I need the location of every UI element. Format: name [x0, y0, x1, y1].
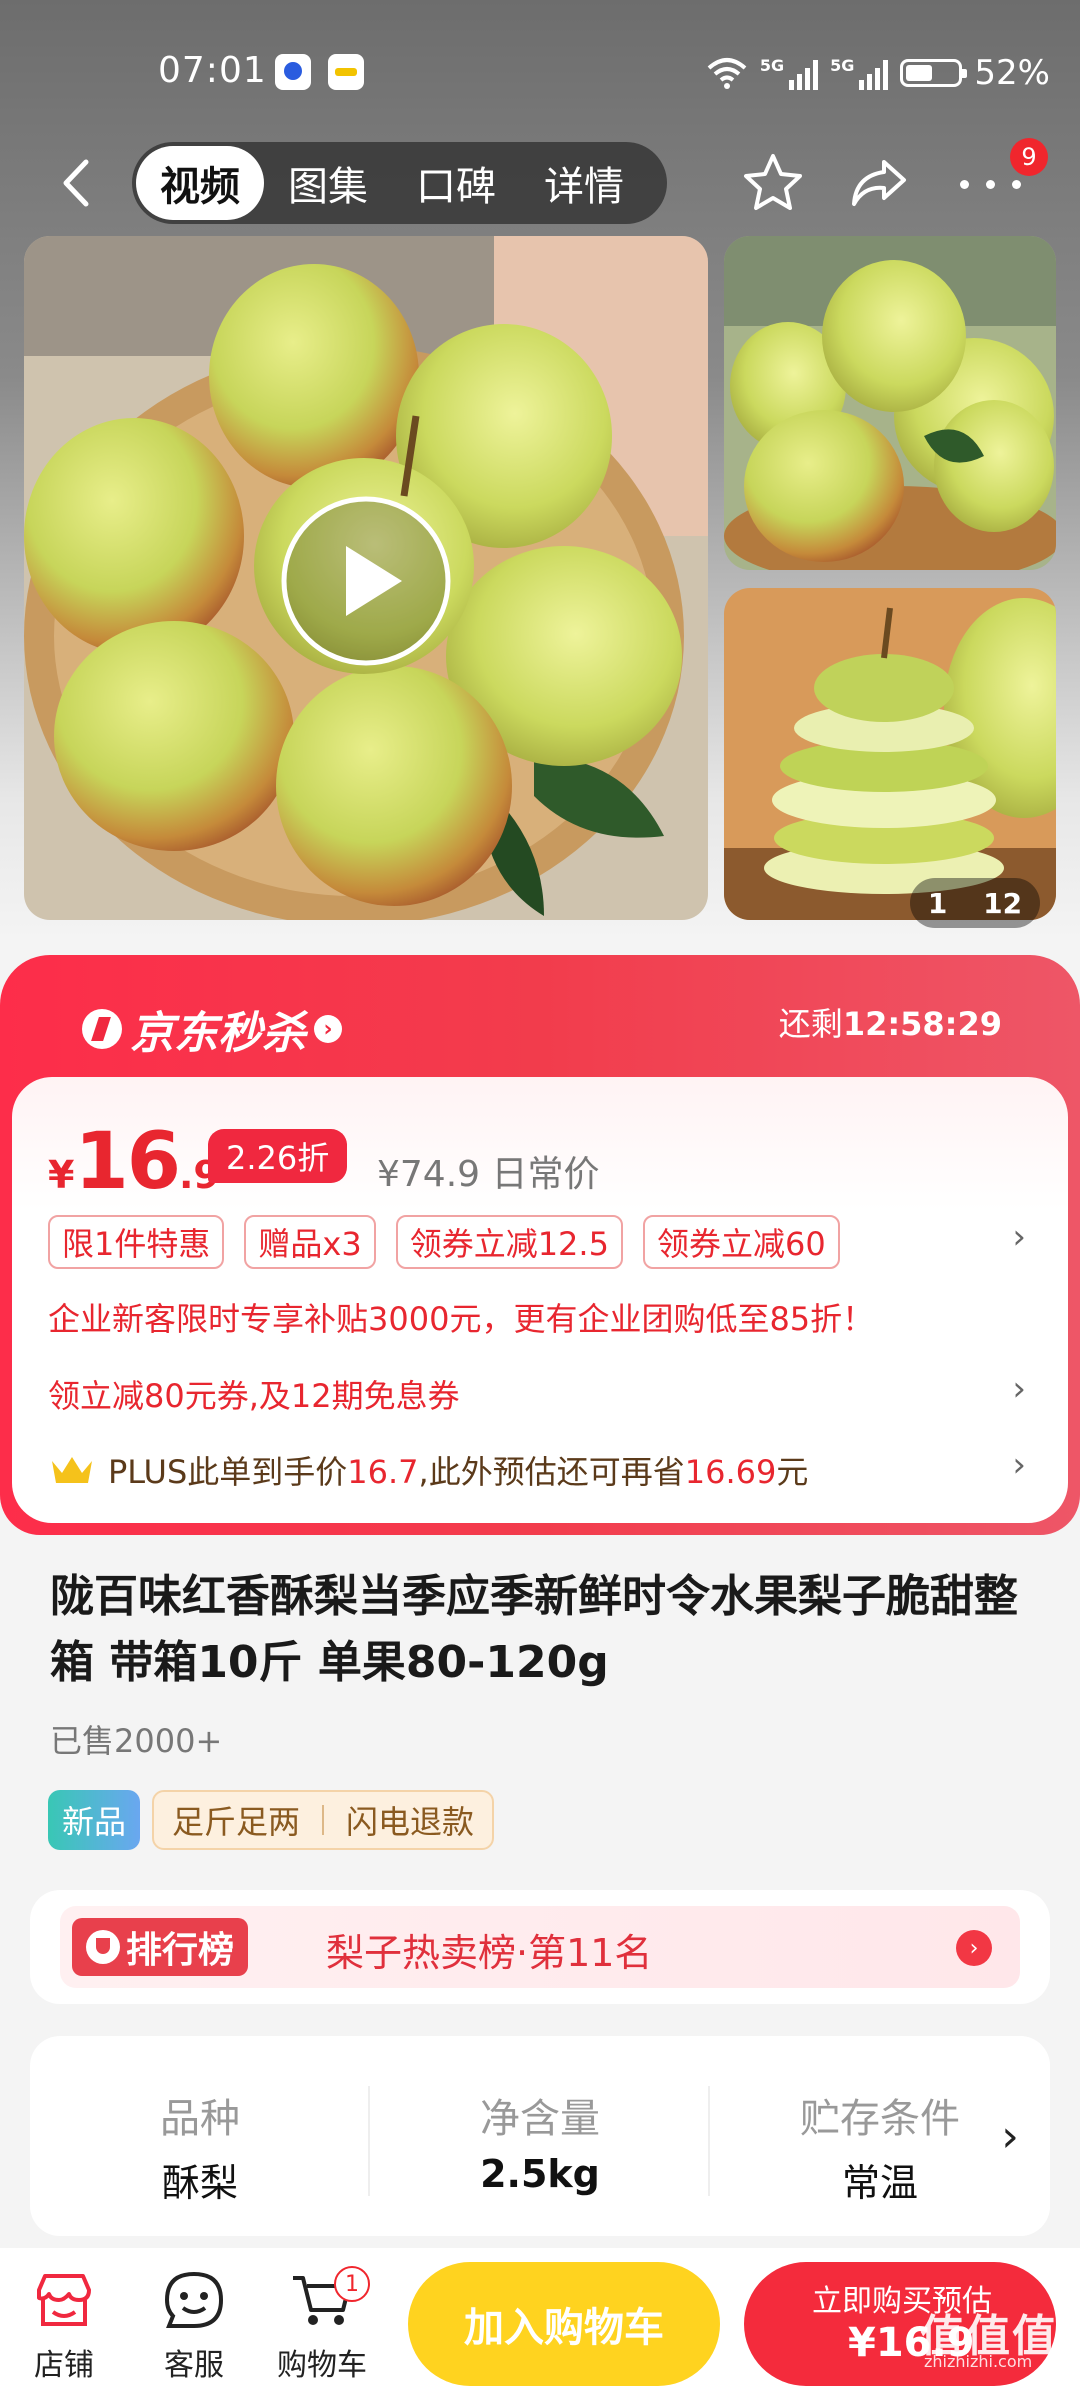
product-gallery-header: 07:01 5G 5G 52% 视频 图集 口碑 详情 9 1 12	[0, 0, 1080, 940]
wifi-icon	[707, 58, 747, 89]
chevron-right-icon[interactable]: ›	[1012, 1369, 1026, 1409]
top-nav: 视频 图集 口碑 详情	[0, 138, 1080, 228]
battery-percent: 52%	[974, 53, 1050, 93]
original-price: ¥74.9 日常价	[377, 1154, 600, 1195]
new-tag: 新品	[48, 1790, 141, 1850]
flash-sale-title: 京东秒杀	[130, 1008, 306, 1059]
coupon-tag[interactable]: 领券立减12.5	[395, 1215, 623, 1269]
flash-sale-panel[interactable]: 京东秒杀 › 还剩12:58:29 ¥ 16 .9 2.26折 ¥74.9 日常…	[0, 955, 1080, 1535]
lightning-icon	[82, 1009, 122, 1049]
pears-group-image	[724, 236, 1056, 570]
countdown-time: 12:58:29	[842, 1005, 1002, 1043]
realme-app-icon	[328, 54, 364, 90]
chevron-right-icon[interactable]: ›	[1012, 1217, 1026, 1257]
countdown: 还剩12:58:29	[779, 999, 1002, 1045]
plus-member-promo[interactable]: PLUS此单到手价16.7,此外预估还可再省16.69元	[48, 1447, 808, 1493]
chevron-right-icon[interactable]: ›	[1012, 1445, 1026, 1485]
chevron-right-icon: ›	[314, 1015, 342, 1043]
ranking-card[interactable]: 排行榜 梨子热卖榜·第11名 ›	[30, 1890, 1050, 2004]
star-icon[interactable]	[740, 150, 806, 216]
signal-icon: 5G	[760, 56, 819, 90]
gallery-current: 1	[927, 886, 948, 920]
share-icon[interactable]	[846, 152, 912, 214]
back-arrow-icon[interactable]	[48, 148, 108, 218]
current-price: ¥ 16 .9	[48, 1117, 220, 1207]
crown-icon	[52, 1457, 92, 1483]
flash-sale-logo[interactable]: 京东秒杀 ›	[82, 997, 342, 1061]
trophy-icon	[86, 1930, 120, 1964]
gallery-total: 12	[983, 886, 1023, 920]
pears-plate-image	[24, 236, 708, 920]
bottom-action-bar: 店铺 客服 购物车 1 加入购物车 立即购买预估 ¥16.9	[0, 2248, 1080, 2400]
gallery-counter: 1 12	[910, 878, 1040, 928]
add-to-cart-button[interactable]: 加入购物车	[408, 2262, 720, 2386]
coupon-tag[interactable]: 赠品x3	[244, 1215, 376, 1269]
guarantee-tags[interactable]: 足斤足两 闪电退款	[152, 1790, 495, 1850]
watermark-site: zhizhizhi.com	[924, 2352, 1033, 2371]
status-bar: 07:01 5G 5G 52%	[0, 48, 1080, 98]
coupon-tag[interactable]: 限1件特惠	[48, 1215, 225, 1269]
coupon-row[interactable]: 限1件特惠 赠品x3 领券立减12.5 领券立减60	[48, 1215, 840, 1269]
product-title: 陇百味红香酥梨当季应季新鲜时令水果梨子脆甜整箱 带箱10斤 单果80-120g	[50, 1571, 1018, 1688]
cart-count-badge: 1	[334, 2266, 370, 2302]
store-button[interactable]: 店铺	[14, 2270, 114, 2384]
chevron-right-icon[interactable]: ›	[956, 1930, 992, 1966]
spec-item: 净含量 2.5kg	[480, 2096, 600, 2196]
countdown-label: 还剩	[778, 1005, 843, 1043]
customer-service-button[interactable]: 客服	[144, 2270, 244, 2384]
tab-details[interactable]: 详情	[520, 146, 648, 220]
tab-gallery[interactable]: 图集	[264, 146, 392, 220]
store-icon	[37, 2274, 91, 2326]
gallery-thumbnail-pears[interactable]	[724, 236, 1056, 570]
baidu-app-icon	[275, 54, 311, 90]
sold-count: 已售2000+	[50, 1722, 223, 1760]
chat-face-icon	[164, 2271, 224, 2328]
content-tab-switcher: 视频 图集 口碑 详情	[132, 142, 667, 224]
coupon-tag[interactable]: 领券立减60	[642, 1215, 840, 1269]
enterprise-promo[interactable]: 企业新客限时专享补贴3000元，更有企业团购低至85折！	[48, 1294, 874, 1340]
signal-icon: 5G	[830, 56, 889, 90]
coupon-promo[interactable]: 领立减80元券,及12期免息券	[48, 1371, 460, 1417]
sliced-pear-image	[724, 588, 1056, 920]
battery-icon	[900, 59, 968, 87]
spec-card[interactable]: 品种 酥梨 净含量 2.5kg 贮存条件 常温 ›	[30, 2036, 1050, 2236]
ranking-text: 梨子热卖榜·第11名	[326, 1931, 653, 1975]
status-time: 07:01	[158, 50, 267, 91]
spec-item: 品种 酥梨	[160, 2096, 240, 2205]
chevron-right-icon[interactable]: ›	[970, 2036, 1050, 2236]
ranking-badge: 排行榜	[72, 1918, 249, 1976]
discount-tag: 2.26折	[208, 1129, 348, 1183]
price-card: ¥ 16 .9 2.26折 ¥74.9 日常价 限1件特惠 赠品x3 领券立减1…	[12, 1077, 1068, 1523]
service-tags: 新品 足斤足两 闪电退款	[48, 1790, 495, 1850]
main-video-thumbnail[interactable]	[24, 236, 708, 920]
more-badge: 9	[1010, 138, 1048, 176]
gallery-thumbnail-sliced[interactable]	[724, 588, 1056, 920]
tab-video[interactable]: 视频	[136, 146, 264, 220]
tab-reviews[interactable]: 口碑	[392, 146, 520, 220]
